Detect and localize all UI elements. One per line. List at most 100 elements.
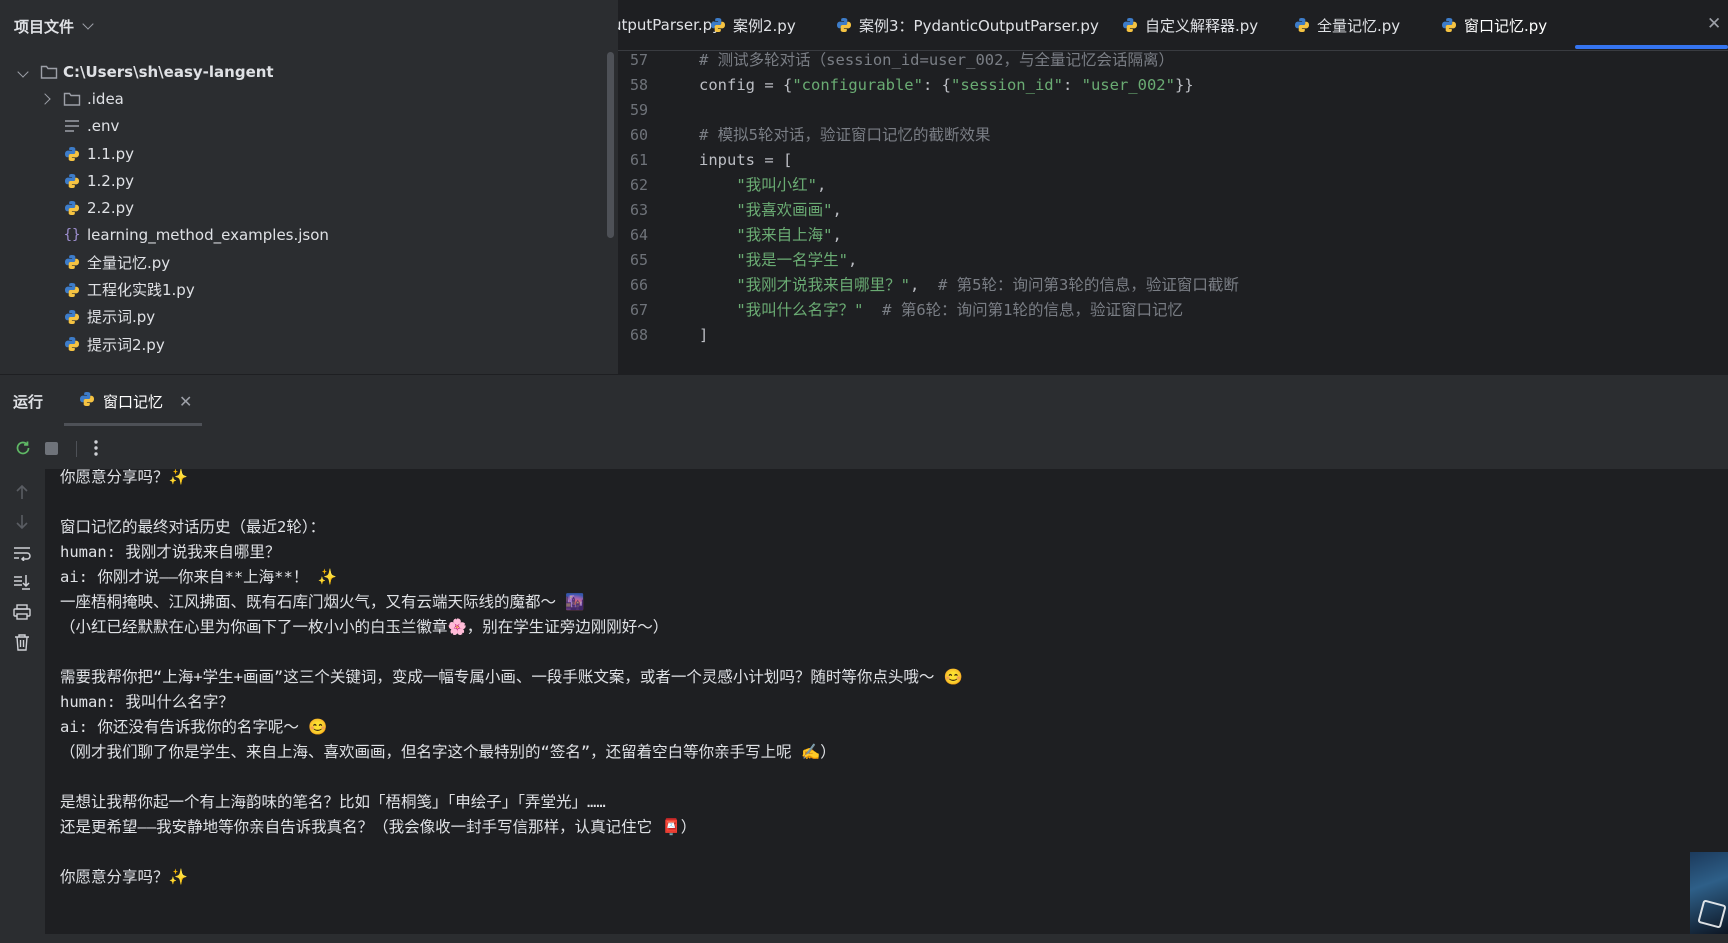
line-number: 60 — [630, 126, 649, 144]
tree-item[interactable]: 1.1.py — [0, 139, 600, 169]
tree-root-label: C:\Users\sh\easy-langent — [63, 63, 274, 81]
tree-item[interactable]: {} learning_method_examples.json — [0, 220, 600, 250]
line-number: 58 — [630, 76, 649, 94]
tab[interactable]: 全量记忆.py — [1294, 0, 1400, 50]
code-line: 68] — [618, 322, 1728, 349]
run-panel-title: 运行 — [13, 393, 44, 411]
tree-item[interactable]: 2.2.py — [0, 193, 600, 223]
python-file-icon — [63, 172, 81, 190]
console-line: human: 我刚才说我来自哪里？ — [60, 543, 281, 561]
tree-item-label: learning_method_examples.json — [87, 226, 329, 245]
console-line: 你愿意分享吗？✨ — [60, 868, 188, 886]
code-token: # 第5轮：询问第3轮的信息，验证窗口截断 — [938, 276, 1239, 294]
print-icon[interactable] — [12, 602, 32, 622]
code-token: "我叫小红" — [736, 176, 817, 194]
code-line: 60 # 模拟5轮对话，验证窗口记忆的截断效果 — [618, 122, 1728, 149]
line-number: 67 — [630, 301, 649, 319]
tree-item[interactable]: 提示词.py — [0, 302, 600, 332]
tree-item-label: 1.1.py — [87, 144, 135, 163]
code-token: # 模拟5轮对话，验证窗口记忆的截断效果 — [699, 126, 991, 144]
tree-item[interactable]: 1.2.py — [0, 166, 600, 196]
console-output[interactable]: 你愿意分享吗？✨ 窗口记忆的最终对话历史（最近2轮）： human: 我刚才说我来自… — [45, 469, 1728, 934]
run-side-toolbar — [0, 469, 45, 943]
code-line: 58 config = {"configurable": {"session_id… — [618, 72, 1728, 99]
tree-item-label: 提示词2.py — [87, 335, 165, 354]
tree-item-label: 全量记忆.py — [87, 253, 171, 272]
code-token: , — [848, 251, 858, 269]
code-line: 66 "我刚才说我来自哪里？", # 第5轮：询问第3轮的信息，验证窗口截断 — [618, 272, 1728, 299]
run-tab-underline — [64, 423, 202, 426]
run-tab[interactable]: 窗口记忆 ✕ — [79, 375, 192, 427]
tree-item-label: .env — [87, 117, 120, 136]
tab[interactable]: utputParser.py — [618, 0, 721, 50]
tab-label: 自定义解释器.py — [1145, 16, 1259, 35]
run-toolbar — [0, 427, 1728, 469]
code-line: 57 # 测试多轮对话（session_id=user_002，与全量记忆会话隔离… — [618, 51, 1728, 74]
code-line: 63 "我喜欢画画", — [618, 197, 1728, 224]
tree-item[interactable]: 全量记忆.py — [0, 247, 600, 277]
stop-icon[interactable] — [41, 438, 61, 458]
python-file-icon — [63, 199, 81, 217]
python-file-icon — [63, 335, 81, 353]
python-icon — [1294, 17, 1310, 33]
more-options-icon[interactable] — [86, 438, 106, 458]
chevron-down-icon[interactable] — [17, 66, 29, 78]
code-text: "我来自上海", — [699, 222, 842, 249]
code-token: "我喜欢画画" — [736, 201, 833, 219]
code-token: "我叫什么名字？" — [736, 301, 864, 319]
tab[interactable]: 案例3：PydanticOutputParser.py — [836, 0, 1099, 50]
code-token: "我刚才说我来自哪里？" — [736, 276, 910, 294]
tree-root-folder[interactable]: C:\Users\sh\easy-langent — [0, 57, 600, 87]
console-line: （小红已经默默在心里为你画下了一枚小小的白玉兰徽章🌸，别在学生证旁边刚刚好～） — [60, 618, 669, 636]
arrow-up-icon[interactable] — [12, 482, 32, 502]
tab[interactable]: 自定义解释器.py — [1122, 0, 1258, 50]
scroll-to-end-icon[interactable] — [12, 572, 32, 592]
project-view-selector[interactable]: 项目文件 — [14, 15, 94, 37]
python-icon — [836, 17, 852, 33]
tab-label: 全量记忆.py — [1317, 16, 1401, 35]
code-text: "我叫小红", — [699, 172, 826, 199]
tab-close-icon[interactable]: ✕ — [1707, 14, 1721, 34]
tab-active[interactable]: 窗口记忆.py — [1441, 0, 1547, 50]
tree-item[interactable]: 工程化实践1.py — [0, 275, 600, 305]
tree-item-label: 提示词.py — [87, 308, 156, 327]
json-file-icon: {} — [63, 227, 81, 244]
trash-icon[interactable] — [12, 632, 32, 652]
line-number: 62 — [630, 176, 649, 194]
line-number: 59 — [630, 101, 649, 119]
close-icon[interactable]: ✕ — [179, 392, 192, 411]
floating-widget-image[interactable] — [1690, 852, 1728, 934]
line-number: 64 — [630, 226, 649, 244]
run-panel-header: 运行 窗口记忆 ✕ — [0, 374, 1728, 428]
chevron-right-icon[interactable] — [39, 93, 51, 105]
code-text: # 测试多轮对话（session_id=user_002，与全量记忆会话隔离） — [699, 51, 1174, 74]
line-number: 63 — [630, 201, 649, 219]
rerun-icon[interactable] — [13, 438, 33, 458]
code-line: 59 — [618, 97, 1728, 124]
tab[interactable]: 案例2.py — [710, 0, 796, 50]
line-number: 68 — [630, 326, 649, 344]
python-icon — [1441, 17, 1457, 33]
code-text: config = {"configurable": {"session_id":… — [699, 72, 1194, 99]
code-editor[interactable]: 57 # 测试多轮对话（session_id=user_002，与全量记忆会话隔离… — [618, 51, 1728, 374]
code-token: # 第6轮：询问第1轮的信息，验证窗口记忆 — [882, 301, 1184, 319]
code-text: "我喜欢画画", — [699, 197, 842, 224]
text-file-icon — [63, 117, 81, 135]
folder-icon — [63, 90, 81, 108]
code-token: "configurable" — [792, 76, 923, 94]
tree-item[interactable]: 提示词2.py — [0, 329, 600, 359]
tree-item[interactable]: .idea — [0, 84, 600, 114]
code-token: "我是一名学生" — [736, 251, 848, 269]
project-scrollbar[interactable] — [607, 52, 614, 238]
soft-wrap-icon[interactable] — [12, 543, 32, 563]
python-icon — [79, 391, 95, 411]
tree-item[interactable]: .env — [0, 111, 600, 141]
chevron-down-icon — [82, 18, 94, 30]
code-token: }} — [1174, 76, 1194, 94]
arrow-down-icon[interactable] — [12, 512, 32, 532]
code-text: "我叫什么名字？" # 第6轮：询问第1轮的信息，验证窗口记忆 — [699, 297, 1183, 324]
